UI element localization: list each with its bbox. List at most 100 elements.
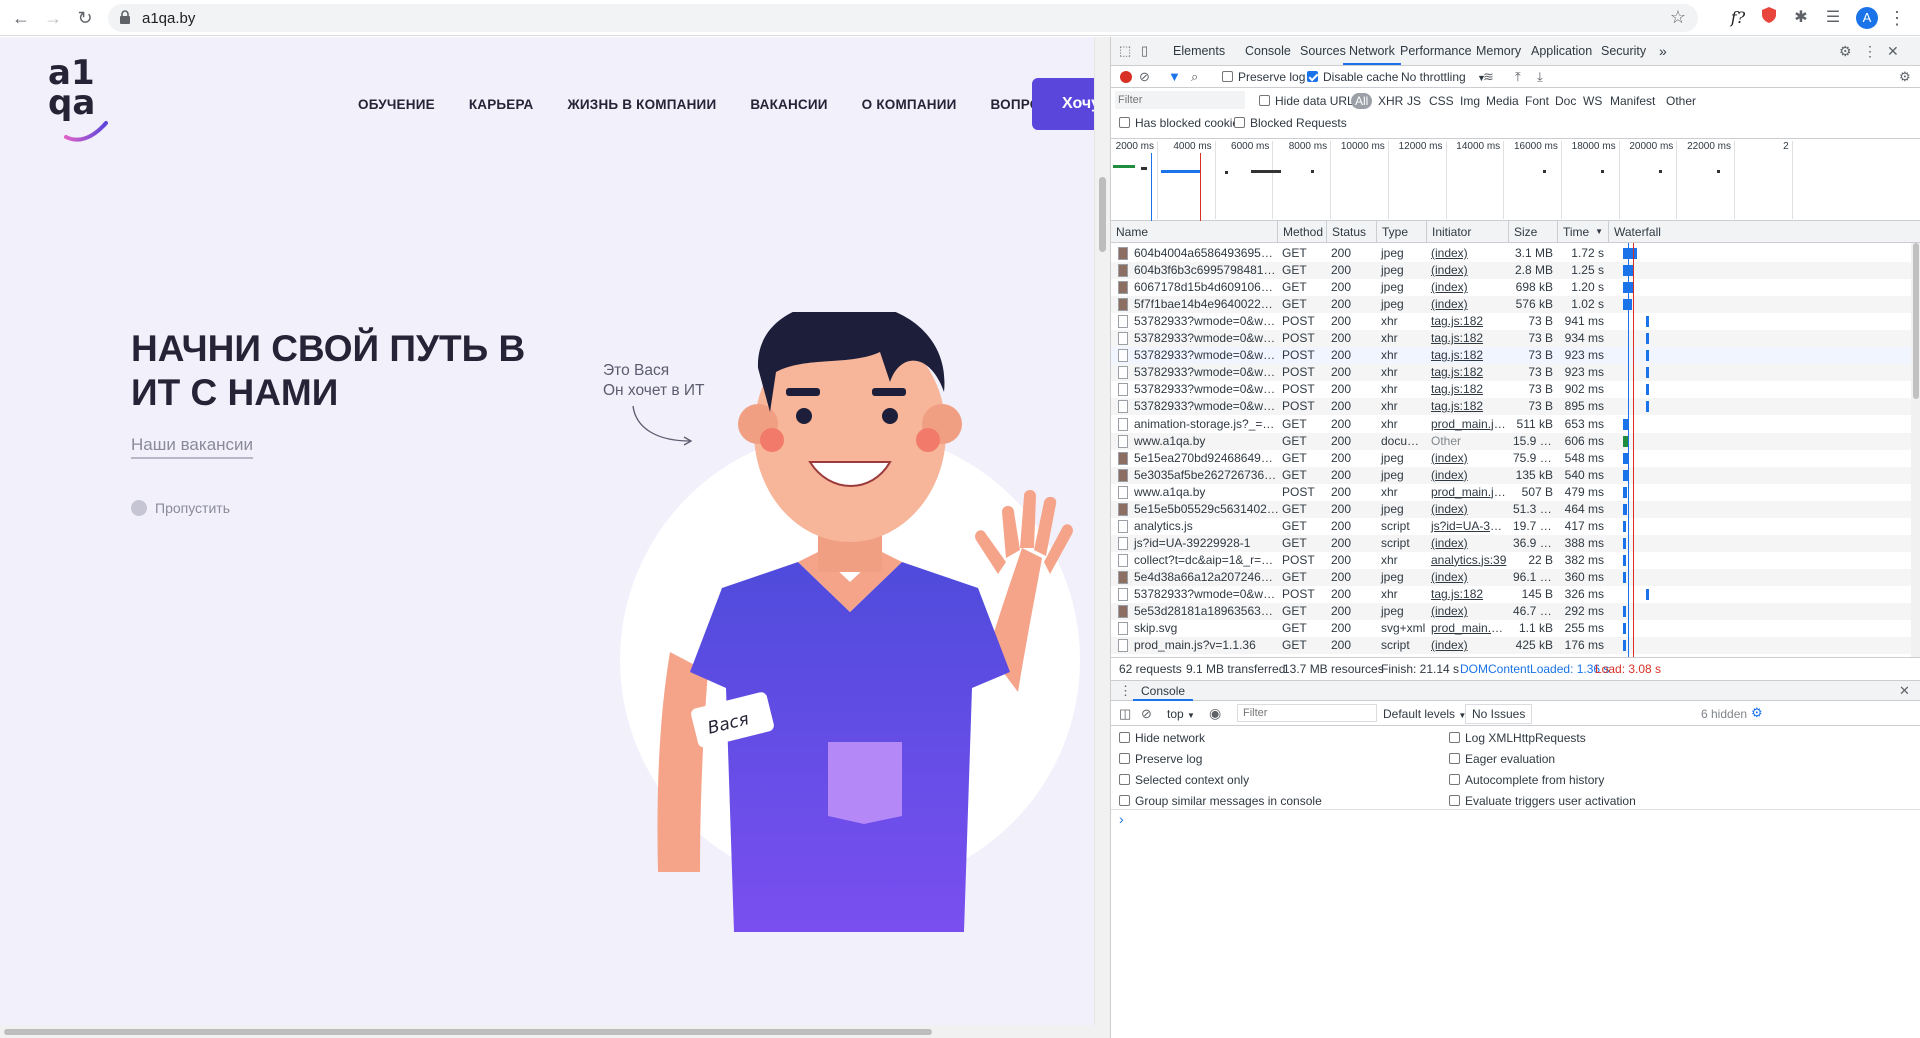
table-row[interactable]: skip.svgGET 200 svg+xmlprod_main.css... 1.1…: [1111, 620, 1911, 637]
request-initiator[interactable]: tag.js:182: [1426, 347, 1508, 364]
console-sidebar-icon[interactable]: ◫: [1119, 707, 1131, 721]
drawer-menu-icon[interactable]: ⋮: [1119, 684, 1132, 698]
disable-cache-checkbox[interactable]: [1307, 71, 1318, 82]
column-waterfall[interactable]: Waterfall: [1608, 221, 1920, 243]
option-group-similar[interactable]: Group similar messages in console: [1119, 794, 1322, 808]
request-name[interactable]: www.a1qa.by: [1129, 433, 1279, 450]
issues-button[interactable]: No Issues: [1465, 704, 1533, 724]
table-row[interactable]: www.a1qa.by GET 200 docum... Other 15.9 kB 606…: [1111, 432, 1911, 450]
table-row[interactable]: 53782933?wmode=0&wv-part...POST 200 xhr tag…: [1111, 364, 1911, 382]
table-row[interactable]: js?id=UA-39229928-1 GET 200 script (index) 36…: [1111, 534, 1911, 552]
log-xhr-checkbox[interactable]: [1449, 732, 1460, 743]
request-name[interactable]: 53782933?wmode=0&wv-part...: [1129, 347, 1279, 364]
request-initiator[interactable]: tag.js:182: [1426, 330, 1508, 347]
request-name[interactable]: 604b4004a6586493695741.jpg: [1129, 245, 1279, 262]
filter-type-doc[interactable]: Doc: [1555, 94, 1576, 108]
nav-item-career[interactable]: КАРЬЕРА: [469, 97, 534, 112]
table-row[interactable]: 53782933?wmode=0&wv-part...POST 200 xhr tag…: [1111, 347, 1911, 365]
request-name[interactable]: www.a1qa.by: [1129, 484, 1279, 501]
request-initiator[interactable]: tag.js:182: [1426, 313, 1508, 330]
request-name[interactable]: skip.svg: [1129, 620, 1279, 637]
disable-cache-option[interactable]: Disable cache: [1307, 70, 1398, 84]
request-initiator[interactable]: (index): [1426, 467, 1508, 484]
request-initiator[interactable]: analytics.js:39: [1426, 552, 1508, 569]
filter-type-all[interactable]: All: [1351, 93, 1373, 109]
filter-type-xhr[interactable]: XHR: [1378, 94, 1403, 108]
request-initiator[interactable]: (index): [1426, 296, 1508, 313]
blocked-cookies-checkbox[interactable]: [1119, 117, 1130, 128]
table-row[interactable]: 6067178d15b4d609106466.jpgGET 200 jpeg (ind…: [1111, 279, 1911, 296]
table-row[interactable]: 53782933?wmode=0&wv-part...POST 200 xhr tag…: [1111, 381, 1911, 398]
hide-data-urls-option[interactable]: Hide data URLs: [1259, 94, 1360, 108]
record-icon[interactable]: [1120, 71, 1132, 83]
back-icon[interactable]: ←: [10, 7, 32, 29]
column-size[interactable]: Size: [1508, 221, 1557, 243]
table-row[interactable]: 5f7f1bae14b4e964002278.jpg GET 200 jpeg (ind…: [1111, 296, 1911, 314]
request-name[interactable]: 53782933?wmode=0&wv-part...: [1129, 381, 1279, 398]
search-icon[interactable]: ⌕: [1191, 70, 1198, 84]
vacancies-link[interactable]: Наши вакансии: [131, 435, 254, 459]
request-name[interactable]: animation-storage.js?_=1626...: [1129, 416, 1279, 433]
nav-item-about[interactable]: О КОМПАНИИ: [862, 97, 957, 112]
column-type[interactable]: Type: [1376, 221, 1426, 243]
cta-button[interactable]: Хочу: [1032, 78, 1094, 130]
tab-network[interactable]: Network: [1343, 37, 1401, 65]
request-initiator[interactable]: (index): [1426, 603, 1508, 620]
hide-network-checkbox[interactable]: [1119, 732, 1130, 743]
option-selected-context[interactable]: Selected context only: [1119, 773, 1249, 787]
devtools-menu-icon[interactable]: ⋮: [1863, 44, 1877, 58]
extensions-puzzle-icon[interactable]: ✱: [1790, 7, 1812, 29]
request-name[interactable]: 6067178d15b4d609106466.jpg: [1129, 279, 1279, 296]
tab-application[interactable]: Application: [1531, 37, 1592, 65]
table-row[interactable]: 5e53d28181a18963563605.jpgGET 200 jpeg (ind…: [1111, 603, 1911, 621]
filter-type-other[interactable]: Other: [1666, 94, 1696, 108]
skip-button[interactable]: Пропустить: [131, 500, 230, 516]
option-eager-evaluation[interactable]: Eager evaluation: [1449, 752, 1555, 766]
request-initiator[interactable]: (index): [1426, 245, 1508, 262]
request-initiator[interactable]: (index): [1426, 262, 1508, 279]
option-preserve-log[interactable]: Preserve log: [1119, 752, 1202, 766]
request-initiator[interactable]: (index): [1426, 279, 1508, 296]
request-name[interactable]: analytics.js: [1129, 518, 1279, 535]
settings-gear-icon[interactable]: ⚙: [1839, 44, 1852, 58]
column-initiator[interactable]: Initiator: [1426, 221, 1508, 243]
request-name[interactable]: js?id=UA-39229928-1: [1129, 535, 1279, 552]
table-row[interactable]: 604b4004a6586493695741.jpgGET 200 jpeg (ind…: [1111, 245, 1911, 262]
device-toolbar-icon[interactable]: ▯: [1141, 44, 1148, 58]
request-name[interactable]: 5f7f1bae14b4e964002278.jpg: [1129, 296, 1279, 313]
website-horizontal-scrollbar[interactable]: [0, 1025, 1110, 1038]
request-initiator[interactable]: tag.js:182: [1426, 398, 1508, 415]
table-row[interactable]: prod_main.js?v=1.1.36 GET 200 script (index)…: [1111, 637, 1911, 655]
request-name[interactable]: 5e53d28181a18963563605.jpg: [1129, 603, 1279, 620]
request-name[interactable]: 53782933?wmode=0&wv-part...: [1129, 330, 1279, 347]
table-row[interactable]: 53782933?wmode=0&wv-part...POST 200 xhr tag…: [1111, 398, 1911, 416]
console-filter-input[interactable]: [1237, 704, 1377, 722]
nav-item-company-life[interactable]: ЖИЗНЬ В КОМПАНИИ: [567, 97, 716, 112]
request-name[interactable]: 53782933?wmode=0&wv-part...: [1129, 364, 1279, 381]
tab-sources[interactable]: Sources: [1300, 37, 1346, 65]
request-name[interactable]: 5e15e5b05529c563140216.jpg: [1129, 501, 1279, 518]
filter-type-manifest[interactable]: Manifest: [1610, 94, 1655, 108]
column-time[interactable]: Time ▼: [1557, 221, 1608, 243]
clear-console-icon[interactable]: ⊘: [1141, 707, 1152, 721]
option-evaluate-triggers[interactable]: Evaluate triggers user activation: [1449, 794, 1636, 808]
request-name[interactable]: 53782933?wmode=0&wv-part...: [1129, 398, 1279, 415]
table-row[interactable]: analytics.jsGET 200 script js?id=UA-3922...…: [1111, 518, 1911, 535]
table-row[interactable]: 5e15e5b05529c563140216.jpgGET 200 jpeg (ind…: [1111, 500, 1911, 518]
close-drawer-icon[interactable]: ✕: [1899, 684, 1910, 698]
forward-icon[interactable]: →: [42, 7, 64, 29]
request-name[interactable]: 5e4d38a66a12a207246800.jpg: [1129, 569, 1279, 586]
filter-type-js[interactable]: JS: [1407, 94, 1421, 108]
clear-icon[interactable]: ⊘: [1139, 70, 1150, 84]
column-method[interactable]: Method: [1277, 221, 1326, 243]
filter-type-css[interactable]: CSS: [1429, 94, 1454, 108]
request-name[interactable]: 5e15ea270bd92468649850.jpg: [1129, 450, 1279, 467]
filter-type-media[interactable]: Media: [1486, 94, 1519, 108]
request-initiator[interactable]: prod_main.js?...: [1426, 484, 1508, 501]
preserve-log-checkbox[interactable]: [1222, 71, 1233, 82]
request-initiator[interactable]: js?id=UA-3922...: [1426, 518, 1508, 535]
tab-security[interactable]: Security: [1601, 37, 1646, 65]
extension-shield-icon[interactable]: [1758, 7, 1780, 29]
network-filter-input[interactable]: [1115, 91, 1245, 109]
reload-icon[interactable]: ↻: [74, 7, 96, 29]
